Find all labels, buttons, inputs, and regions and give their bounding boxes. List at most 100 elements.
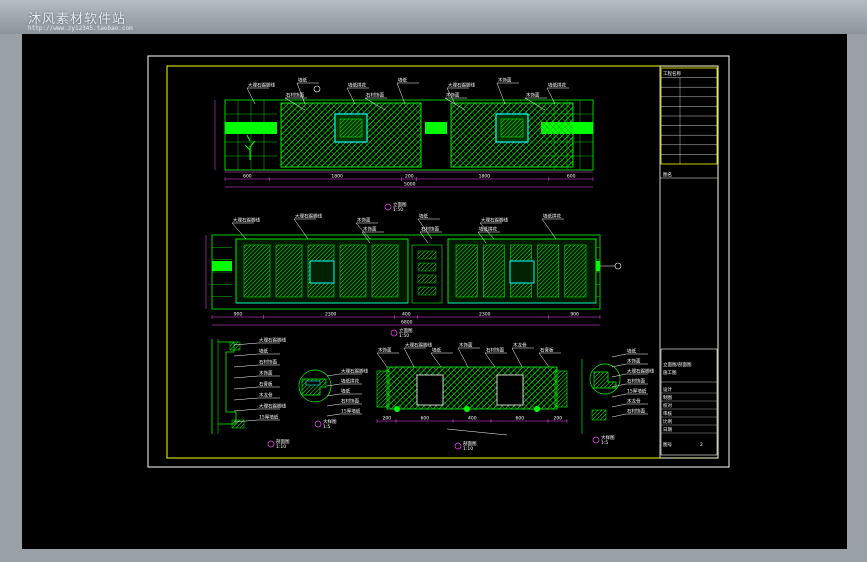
el2-carved-strip (537, 244, 560, 298)
sc-label: 大理石踢脚线 (405, 342, 432, 349)
el1-dim-value: 600 (567, 174, 576, 180)
el2-carved-strip (455, 244, 478, 298)
sa-caption-title: 剖面图 (276, 438, 290, 445)
tb-sub-label: 施工图 (663, 369, 677, 376)
sa-label: 大理石踢脚线 (259, 403, 286, 410)
el2-dim-value: 2300 (479, 312, 491, 318)
el1-label: 墙纸拼花 (348, 82, 366, 89)
el2-carved-strip (275, 244, 303, 298)
el1-section-marker (313, 85, 321, 93)
sc-end-right (554, 370, 568, 408)
sc-label: 木饰面 (459, 342, 473, 349)
el1-mid-label: 木饰面 (446, 92, 460, 99)
el1-caption-title: 立面图 (393, 201, 407, 208)
el2-dim-value: 400 (402, 312, 411, 318)
el2-mid-label-leader (419, 231, 429, 244)
el2-mid-label: 木饰面 (363, 226, 377, 233)
el2-column-block (417, 250, 437, 260)
sd-caption-marker (592, 436, 600, 444)
sd-label: 石材饰面 (627, 408, 645, 415)
sa-caption-marker (267, 440, 275, 448)
el2-band (212, 261, 232, 271)
sa-label-leader (233, 397, 259, 401)
sc-fixing (534, 406, 540, 412)
cad-drawing: 大理石踢脚线墙纸墙纸拼花墙纸大理石踢脚线木饰面墙纸拼花石材饰面 石材饰面 木饰面 木饰… (147, 55, 730, 468)
sc-dim-value: 200 (554, 416, 563, 422)
sc-break-line (446, 428, 508, 436)
el1-label: 墙纸拼花 (548, 82, 566, 89)
el2-caption-title: 立面图 (399, 327, 413, 334)
el1-label: 大理石踢脚线 (248, 82, 275, 89)
sd-label-leader (611, 393, 627, 398)
el2-carved-strip (564, 244, 587, 298)
el2-carved-strip (339, 244, 367, 298)
sc-dim-value: 600 (516, 416, 525, 422)
sc-label: 木龙骨 (513, 342, 527, 349)
el1-center-band (425, 122, 447, 134)
cad-canvas[interactable]: 大理石踢脚线 墙纸 墙纸拼花 墙纸 大理石踢脚线 木饰面 墙纸拼花 石材饰面 石材饰面 木饰面 木饰… (22, 34, 847, 549)
sa-label: 15厚墙纸 (259, 414, 279, 421)
sa-label-leader (233, 375, 259, 379)
el1-label: 木饰面 (498, 77, 512, 84)
sd-label: 石材饰面 (627, 378, 645, 385)
sc-dim-value: 200 (383, 416, 392, 422)
sb-caption-marker (314, 420, 322, 428)
el2-dim-value: 2300 (325, 312, 337, 318)
el2-dim-value: 900 (570, 312, 579, 318)
el1-label: 大理石踢脚线 (448, 82, 475, 89)
el1-picture (339, 118, 363, 138)
sc-label: 石材饰面 (486, 347, 504, 354)
el1-dim-value: 1800 (479, 174, 491, 180)
el2-center-frame (509, 260, 535, 284)
el1-label: 墙纸 (298, 77, 307, 84)
sc-fixing (464, 406, 470, 412)
el2-label: 大理石踢脚线 (295, 213, 322, 220)
el2-label: 墙纸拼花 (543, 213, 561, 220)
sc-label-leader (403, 347, 415, 368)
el1-caption-scale: 1:50 (393, 207, 403, 213)
sc-caption-title: 剖面图 (463, 440, 477, 447)
sa-label-leader (233, 353, 259, 357)
tb-mid-label: 立面图/剖面图 (663, 361, 692, 368)
sa-cap (229, 341, 241, 351)
sc-opening-left (416, 374, 444, 406)
sd-base (591, 409, 607, 421)
sd-profile (593, 371, 617, 389)
el2-mid-label: 石材饰面 (421, 226, 439, 233)
el2-column-block (417, 286, 437, 296)
tb-row-label: 比例 (663, 418, 672, 425)
el1-band (225, 122, 277, 134)
sa-caption-scale: 1:10 (276, 444, 286, 450)
sa-label: 大理石踢脚线 (259, 337, 286, 344)
sa-label: 石膏板 (259, 381, 273, 388)
watermark-url: http://www.zy12345.taobao.com (28, 25, 133, 32)
el1-label-leader (496, 82, 506, 105)
sb-label-leader (326, 403, 341, 407)
el1-dim-value: 200 (405, 174, 414, 180)
sc-label: 石膏板 (540, 347, 554, 354)
tb-row-label: 校对 (663, 402, 672, 409)
sd-label-leader (611, 363, 627, 368)
sd-label-leader (611, 413, 627, 418)
sc-caption-marker (454, 442, 462, 450)
el2-carved-strip (371, 244, 399, 298)
el2-carved-strip (482, 244, 505, 298)
sb-label: 墙纸 (341, 388, 350, 395)
sc-fixing (394, 406, 400, 412)
tb-row-label: 日期 (663, 427, 672, 433)
sb-caption-title: 大样图 (323, 418, 337, 425)
tb-row-label: 制图 (663, 394, 672, 401)
el2-section-marker (614, 262, 622, 270)
el1-mid-label: 石材饰面 (366, 92, 384, 99)
el2-center-frame (309, 260, 335, 284)
sc-label-leader (511, 347, 523, 368)
el2-column-block (417, 262, 437, 272)
tb-drawing-name: 图名 (663, 171, 672, 178)
sd-label-leader (611, 403, 627, 408)
sd-caption-scale: 1:5 (601, 440, 608, 446)
sa-label: 石材饰面 (259, 359, 277, 366)
sb-label: 大理石踢脚线 (341, 368, 368, 375)
el2-label: 木饰面 (357, 217, 371, 224)
sc-label-leader (430, 352, 442, 368)
watermark-bar: 沐风素材软件站 http://www.zy12345.taobao.com (0, 0, 867, 34)
